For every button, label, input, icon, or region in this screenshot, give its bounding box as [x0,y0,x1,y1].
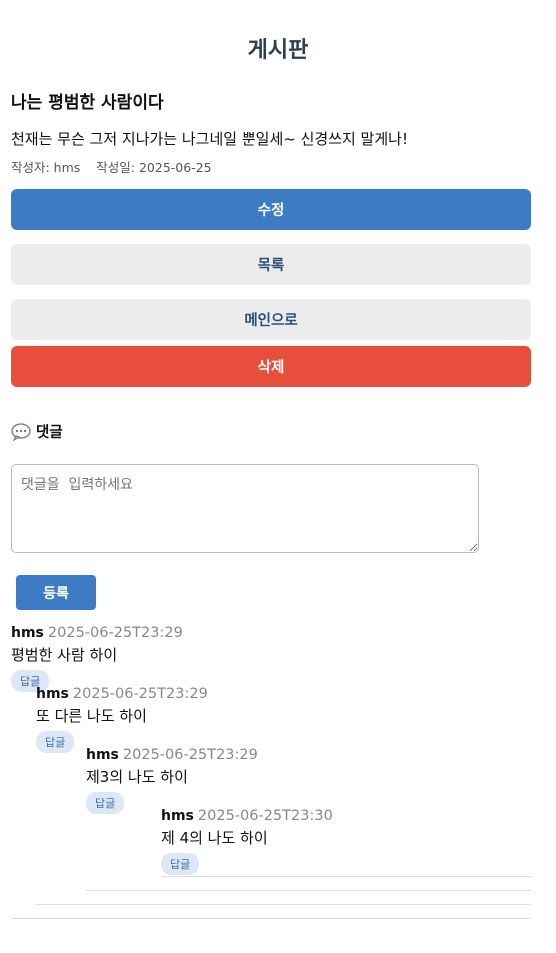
edit-button[interactable]: 수정 [11,189,531,230]
reply-button[interactable]: 답글 [161,853,200,875]
delete-button[interactable]: 삭제 [11,346,531,387]
comment-text: 제3의 나도 하이 [86,768,188,786]
comment-item: hms 2025-06-25T23:29 평범한 사람 하이 답글 [11,625,183,692]
submit-comment-button[interactable]: 등록 [16,575,96,610]
comment-date: 2025-06-25T23:29 [122,747,258,763]
comment-input[interactable] [11,464,479,553]
reply-button[interactable]: 답글 [86,792,125,814]
comment-item: hms 2025-06-25T23:29 또 다른 나도 하이 답글 [36,686,208,753]
comment-header-label: 댓글 [36,425,63,441]
post-author: 작성자: hms [11,160,81,175]
comment-date: 2025-06-25T23:30 [197,808,333,824]
comment-author: hms [36,686,69,702]
comment-item: hms 2025-06-25T23:29 제3의 나도 하이 답글 [86,747,258,814]
post-title: 나는 평범한 사람이다 [11,93,164,113]
page-title: 게시판 [247,38,309,63]
comment-date: 2025-06-25T23:29 [47,625,183,641]
speech-bubble-icon [11,422,31,442]
comment-text: 제 4의 나도 하이 [161,829,268,847]
reply-button[interactable]: 답글 [36,731,75,753]
comment-item: hms 2025-06-25T23:30 제 4의 나도 하이 답글 [161,808,333,875]
post-content: 천재는 무슨 그저 지나가는 나그네일 뿐일세~ 신경쓰지 말게나! [11,130,408,148]
comment-section-header: 댓글 [11,421,63,442]
comment-divider [161,876,531,877]
comment-author: hms [11,625,44,641]
comment-text: 또 다른 나도 하이 [36,707,147,725]
post-meta: 작성자: hms 작성일: 2025-06-25 [11,157,212,176]
comment-divider [36,904,531,905]
comment-divider [86,890,531,891]
comment-text: 평범한 사람 하이 [11,646,118,664]
comment-author: hms [161,808,194,824]
comment-divider [11,918,531,919]
post-date: 작성일: 2025-06-25 [96,160,212,175]
comment-author: hms [86,747,119,763]
list-button[interactable]: 목록 [11,244,531,285]
main-button[interactable]: 메인으로 [11,299,531,340]
comment-date: 2025-06-25T23:29 [72,686,208,702]
